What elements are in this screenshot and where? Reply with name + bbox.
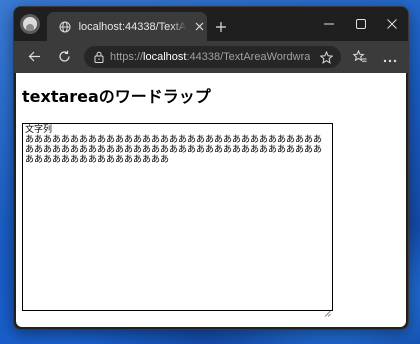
url-host: localhost xyxy=(143,51,187,63)
refresh-button[interactable] xyxy=(54,47,74,67)
tab-title: localhost:44338/TextAreaWordwrap xyxy=(78,20,188,33)
plus-icon[interactable] xyxy=(212,18,230,36)
resize-grip-icon[interactable] xyxy=(324,302,331,317)
address-bar[interactable]: https://localhost:44338/TextAreaWordwrap… xyxy=(84,46,341,68)
maximize-icon[interactable] xyxy=(346,15,376,33)
browser-toolbar: https://localhost:44338/TextAreaWordwrap… xyxy=(14,41,408,73)
tab-active[interactable]: localhost:44338/TextAreaWordwrap xyxy=(47,12,207,41)
textarea-container: 文字列 ああああああああああああああああああああああああああああああああああああ… xyxy=(22,123,333,317)
page-content: textareaのワードラップ 文字列 ああああああああああああああああああああ… xyxy=(16,73,406,327)
page-title: textareaのワードラップ xyxy=(22,87,211,106)
refresh-icon xyxy=(58,48,71,67)
favorites-icon xyxy=(352,48,367,67)
star-icon[interactable] xyxy=(320,50,333,64)
window-close-icon[interactable] xyxy=(377,15,407,33)
minimize-icon[interactable] xyxy=(314,15,344,33)
back-button[interactable] xyxy=(24,47,44,67)
more-icon xyxy=(383,48,397,67)
globe-icon xyxy=(57,19,73,35)
text-input-area[interactable]: 文字列 ああああああああああああああああああああああああああああああああああああ… xyxy=(23,124,332,310)
more-button[interactable] xyxy=(380,47,400,67)
favorites-button[interactable] xyxy=(350,47,370,67)
url-path: :44338/TextAreaWordwrap.h... xyxy=(186,51,310,63)
profile-avatar-icon[interactable] xyxy=(20,14,40,34)
url-text: https://localhost:44338/TextAreaWordwrap… xyxy=(110,51,310,63)
lock-icon[interactable] xyxy=(94,51,104,63)
url-prefix: https:// xyxy=(110,51,144,63)
arrow-left-icon xyxy=(28,48,41,67)
close-icon[interactable] xyxy=(191,19,207,35)
tab-strip: localhost:44338/TextAreaWordwrap xyxy=(14,7,408,41)
browser-window: localhost:44338/TextAreaWordwrap xyxy=(13,6,409,330)
